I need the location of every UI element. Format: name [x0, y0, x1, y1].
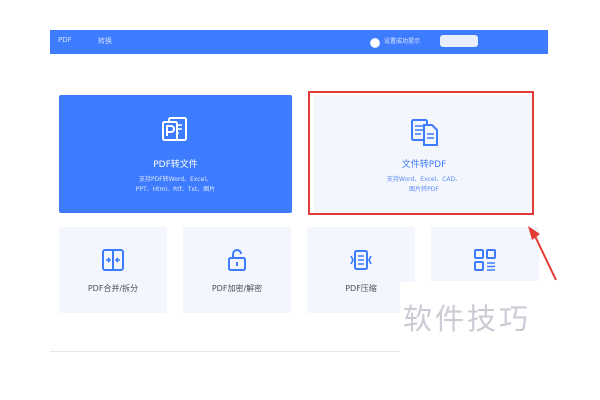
pdf-to-file-desc: 支持PDF转Word、Excel、 PPT、Html、Rtf、Txt、图片	[59, 175, 292, 195]
merge-split-title: PDF合并/拆分	[87, 284, 139, 293]
compress-title: PDF压缩	[345, 284, 377, 293]
pdf-to-file-desc-line2: PPT、Html、Rtf、Txt、图片	[135, 186, 216, 193]
merge-split-card[interactable]: PDF合并/拆分	[59, 227, 167, 313]
compress-icon	[350, 250, 372, 270]
red-arrow-icon	[528, 226, 557, 281]
merge-split-icon	[102, 249, 124, 271]
apps-grid-icon	[474, 249, 496, 271]
header-action-button[interactable]	[440, 35, 478, 47]
notify-radio-label: 设置成功提示	[384, 38, 421, 45]
watermark-text: 软件技巧	[403, 302, 532, 336]
pdf-to-file-desc-line1: 支持PDF转Word、Excel、	[138, 176, 212, 183]
pdf-to-file-card[interactable]: PDF转文件 支持PDF转Word、Excel、 PPT、Html、Rtf、Tx…	[59, 95, 292, 213]
header-left-text: PDF	[58, 36, 72, 44]
divider	[50, 351, 400, 352]
screenshot-stage: PDF 转换 设置成功提示 PDF转文件 支持PDF转Word、Excel、 P…	[0, 0, 600, 400]
unlock-icon	[228, 249, 246, 271]
compress-card[interactable]: PDF压缩	[307, 227, 415, 313]
highlight-box	[308, 91, 534, 215]
pdf-to-file-title: PDF转文件	[153, 160, 198, 170]
encrypt-decrypt-title: PDF加密/解密	[211, 284, 263, 293]
header-left-text-2: 转换	[98, 37, 112, 45]
pdf-document-icon	[161, 117, 187, 141]
encrypt-decrypt-card[interactable]: PDF加密/解密	[183, 227, 291, 313]
notify-radio[interactable]	[370, 38, 380, 48]
app-header-bar: PDF 转换 设置成功提示	[50, 30, 548, 54]
